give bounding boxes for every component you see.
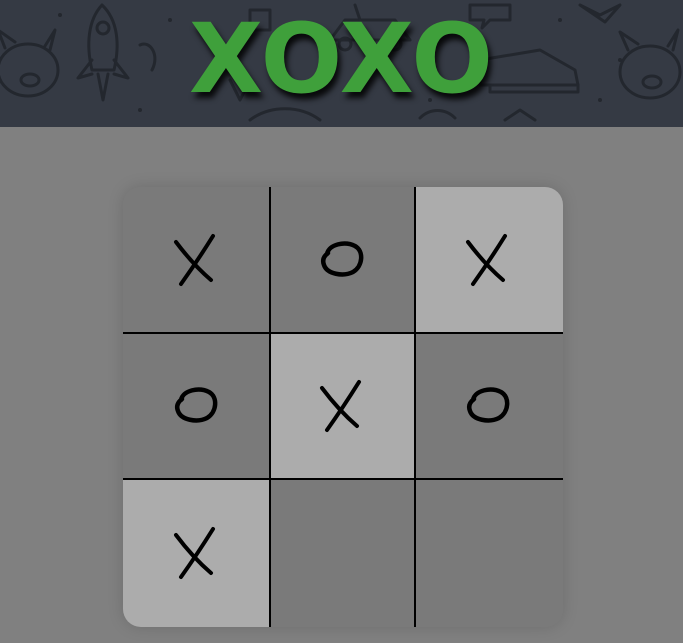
grid-line-vertical-1 bbox=[269, 187, 271, 627]
board-cell-5[interactable] bbox=[270, 333, 415, 479]
board-cell-9[interactable] bbox=[415, 479, 563, 627]
board-cell-6[interactable] bbox=[415, 333, 563, 479]
o-mark-icon bbox=[174, 387, 217, 423]
board-cell-4[interactable] bbox=[123, 333, 270, 479]
header-banner: XOXO bbox=[0, 0, 683, 127]
board-cell-8[interactable] bbox=[270, 479, 415, 627]
board-cell-7[interactable] bbox=[123, 479, 270, 627]
game-board bbox=[123, 187, 563, 627]
o-mark-icon bbox=[320, 241, 363, 277]
x-mark-icon bbox=[173, 527, 215, 579]
game-title: XOXO bbox=[189, 3, 494, 115]
grid-line-horizontal-1 bbox=[123, 332, 563, 334]
board-cell-2[interactable] bbox=[270, 187, 415, 333]
grid-line-horizontal-2 bbox=[123, 478, 563, 480]
o-mark-icon bbox=[466, 387, 510, 423]
x-mark-icon bbox=[173, 234, 215, 286]
board-cell-1[interactable] bbox=[123, 187, 270, 333]
x-mark-icon bbox=[319, 380, 361, 432]
board-cell-3[interactable] bbox=[415, 187, 563, 333]
grid-line-vertical-2 bbox=[414, 187, 416, 627]
x-mark-icon bbox=[466, 234, 507, 286]
